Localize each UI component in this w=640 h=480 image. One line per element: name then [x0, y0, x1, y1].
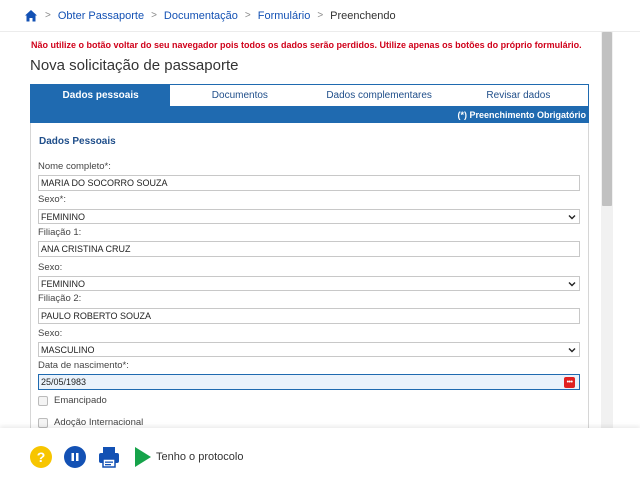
bottom-toolbar: [0, 428, 640, 480]
help-button[interactable]: ?: [30, 446, 52, 468]
tab-documentos[interactable]: Documentos: [170, 85, 309, 106]
tab-dados-pessoais[interactable]: Dados pessoais: [31, 85, 171, 106]
play-icon[interactable]: [134, 446, 152, 468]
nascimento-field[interactable]: 25/05/1983 •••: [38, 374, 580, 390]
chevron-down-icon: [568, 348, 576, 353]
breadcrumb-formulario[interactable]: Formulário: [258, 10, 311, 22]
filiacao1-label: Filiação 1:: [38, 227, 82, 238]
back-button-warning: Não utilize o botão voltar do seu navega…: [31, 40, 582, 50]
filiacao1-field[interactable]: ANA CRISTINA CRUZ: [38, 241, 580, 257]
chevron-down-icon: [568, 215, 576, 220]
nome-value: MARIA DO SOCORRO SOUZA: [41, 178, 168, 188]
pause-button[interactable]: [64, 446, 86, 468]
breadcrumb-separator: >: [45, 10, 51, 21]
filiacao1-value: ANA CRISTINA CRUZ: [41, 244, 131, 254]
adocao-checkbox[interactable]: [38, 417, 48, 428]
tab-dados-complementares[interactable]: Dados complementares: [310, 85, 449, 106]
tab-revisar-dados[interactable]: Revisar dados: [449, 85, 588, 106]
filiacao2-label: Filiação 2:: [38, 293, 82, 304]
nascimento-value: 25/05/1983: [41, 377, 87, 387]
required-note-bar: (*) Preenchimento Obrigatório: [30, 106, 589, 123]
print-icon[interactable]: [97, 445, 121, 469]
breadcrumb-documentacao[interactable]: Documentação: [164, 10, 238, 22]
calendar-icon[interactable]: •••: [564, 377, 575, 388]
page-title: Nova solicitação de passaporte: [30, 57, 239, 74]
breadcrumb-obter-passaporte[interactable]: Obter Passaporte: [58, 10, 144, 22]
adocao-label: Adoção Internacional: [54, 417, 144, 428]
emancipado-option: Emancipado: [38, 395, 107, 406]
breadcrumb-separator: >: [244, 10, 251, 21]
breadcrumb-current: Preenchendo: [330, 9, 396, 22]
nascimento-label: Data de nascimento*:: [38, 360, 129, 371]
filiacao2-field[interactable]: PAULO ROBERTO SOUZA: [38, 308, 580, 324]
sexo1-label: Sexo:: [38, 262, 63, 273]
sexo1-value: FEMININO: [41, 278, 85, 289]
sexo2-value: MASCULINO: [41, 344, 95, 355]
breadcrumb-separator: >: [317, 10, 324, 21]
help-icon: ?: [36, 449, 46, 465]
emancipado-label: Emancipado: [54, 395, 107, 406]
protocol-link[interactable]: Tenho o protocolo: [156, 451, 243, 463]
filiacao2-value: PAULO ROBERTO SOUZA: [41, 311, 152, 321]
section-title: Dados Pessoais: [39, 136, 116, 147]
nome-field[interactable]: MARIA DO SOCORRO SOUZA: [38, 175, 580, 191]
sexo2-label: Sexo:: [38, 328, 63, 339]
form-tabs: Dados pessoais Documentos Dados compleme…: [30, 84, 589, 106]
pause-icon: [71, 453, 79, 461]
breadcrumb: > Obter Passaporte > Documentação > Form…: [0, 0, 640, 32]
emancipado-checkbox[interactable]: [38, 395, 48, 406]
sexo-label: Sexo*:: [38, 194, 66, 205]
nome-label: Nome completo*:: [38, 161, 111, 172]
scrollbar-thumb[interactable]: [602, 32, 612, 206]
sexo-value: FEMININO: [41, 211, 85, 222]
home-icon[interactable]: [24, 9, 38, 23]
breadcrumb-separator: >: [151, 10, 157, 21]
required-note: (*) Preenchimento Obrigatório: [457, 109, 586, 120]
chevron-down-icon: [568, 282, 576, 287]
sexo1-select[interactable]: FEMININO: [38, 276, 580, 291]
sexo-select[interactable]: FEMININO: [38, 209, 580, 224]
adocao-option: Adoção Internacional: [38, 417, 143, 428]
sexo2-select[interactable]: MASCULINO: [38, 342, 580, 357]
